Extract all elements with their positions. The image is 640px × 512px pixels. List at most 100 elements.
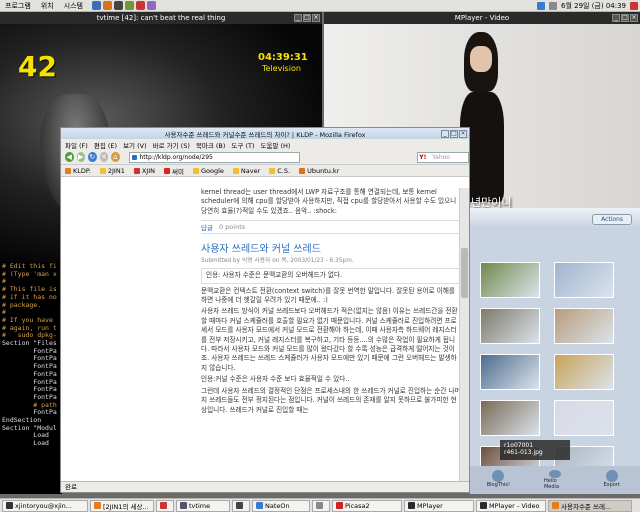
- forward-icon[interactable]: ▶: [76, 152, 85, 162]
- close-icon[interactable]: ×: [312, 14, 320, 22]
- bookmark-google[interactable]: Google: [192, 167, 224, 175]
- scrollbar-thumb[interactable]: [461, 248, 468, 298]
- maximize-icon[interactable]: □: [303, 14, 311, 22]
- menu-applications[interactable]: 프로그램: [0, 1, 36, 11]
- taskbar-item[interactable]: NateOn: [252, 499, 310, 512]
- taskbar-label: 사용자수준 쓰레...: [561, 502, 612, 511]
- bookmark-2jin1[interactable]: 2JIN1: [99, 167, 125, 175]
- photo-thumbnail[interactable]: [554, 308, 614, 344]
- app-icon: [236, 502, 243, 509]
- app-icon: [480, 502, 487, 509]
- tooltip-name: r1o07001: [504, 442, 534, 449]
- menu-go[interactable]: 바로 가기 (S): [153, 140, 190, 150]
- desktop: 프로그램 위치 시스템 6월 29일 (금) 04:39 tvtime [42]…: [0, 0, 640, 512]
- clock[interactable]: 6월 29일 (금) 04:39: [561, 1, 626, 11]
- taskbar-item[interactable]: MPlayer: [404, 499, 474, 512]
- taskbar-item[interactable]: [2JIN1의 세상...: [90, 499, 154, 512]
- stop-icon[interactable]: ✕: [99, 152, 108, 162]
- app-icon: [336, 502, 343, 509]
- app-icon: [180, 502, 187, 509]
- bookmark-xjin[interactable]: XJIN: [133, 167, 155, 175]
- menu-view[interactable]: 보기 (V): [123, 140, 147, 150]
- firefox-titlebar[interactable]: 사용자수준 쓰레드와 커널수준 쓰레드의 차이? | KLDP - Mozill…: [61, 128, 469, 139]
- menu-help[interactable]: 도움말 (H): [261, 140, 291, 150]
- menu-places[interactable]: 위치: [36, 1, 59, 11]
- app-launcher-icon[interactable]: [146, 1, 156, 10]
- comment-text: kernel thread는 user thread에서 LWP 자료구조를 통…: [201, 188, 457, 215]
- back-icon[interactable]: ◀: [65, 152, 74, 162]
- terminal-launcher-icon[interactable]: [113, 1, 123, 10]
- photo-thumbnail[interactable]: [554, 262, 614, 298]
- bookmark-naver[interactable]: Naver: [232, 167, 260, 175]
- taskbar-label: MPlayer: [417, 501, 443, 510]
- bookmark-icon: [192, 167, 199, 174]
- reply-link[interactable]: 답글: [201, 222, 213, 232]
- media-launcher-icon[interactable]: [135, 1, 145, 10]
- hello-tool[interactable]: Hello Media: [544, 470, 566, 490]
- editor-launcher-icon[interactable]: [124, 1, 134, 10]
- url-bar[interactable]: http://kldp.org/node/295: [128, 151, 301, 163]
- browser-launcher-icon[interactable]: [91, 1, 101, 10]
- power-icon[interactable]: [630, 2, 638, 10]
- picasa-toolbar: Actions: [470, 208, 640, 230]
- home-icon[interactable]: ⌂: [111, 152, 120, 162]
- menu-bookmarks[interactable]: 북마크 (B): [196, 140, 226, 150]
- menu-file[interactable]: 파일 (F): [65, 140, 88, 150]
- network-icon[interactable]: [537, 2, 545, 10]
- minimize-icon[interactable]: _: [294, 14, 302, 22]
- menu-tools[interactable]: 도구 (T): [231, 140, 254, 150]
- paragraph-3: 인용:커널 수준은 사용자 수준 보다 효율적일 수 있다..: [201, 375, 350, 384]
- picasa-tray: BlogThis! Hello Media Export: [470, 466, 640, 494]
- mplayer-titlebar[interactable]: MPlayer - Video _ □ ×: [324, 12, 640, 24]
- maximize-icon[interactable]: □: [621, 14, 629, 22]
- main-menu: 프로그램 위치 시스템: [0, 1, 88, 11]
- terminal-line: # package.: [2, 300, 42, 309]
- post-body: 인용: 사용자 수준은 문맥교환의 오버헤드가 없다. 문맥교환은 컨텍스트 전…: [201, 268, 461, 415]
- taskbar-item[interactable]: MPlayer - Video: [476, 499, 546, 512]
- minimize-icon[interactable]: _: [441, 130, 449, 138]
- blogthis-tool[interactable]: BlogThis!: [487, 470, 510, 490]
- page-scrollbar[interactable]: [459, 188, 469, 482]
- tvtime-titlebar[interactable]: tvtime [42]: can't beat the real thing _…: [0, 12, 322, 24]
- minimize-icon[interactable]: _: [612, 14, 620, 22]
- app-icon: [408, 502, 415, 509]
- taskbar-item[interactable]: xjintoryou@xjin...: [2, 499, 88, 512]
- picasa-window: Actions r1o07001 r461-013.jpg BlogThis! …: [470, 208, 640, 494]
- close-icon[interactable]: ×: [459, 130, 467, 138]
- bookmark-icon: [99, 167, 106, 174]
- firefox-launcher-icon[interactable]: [102, 1, 112, 10]
- firefox-window: 사용자수준 쓰레드와 커널수준 쓰레드의 차이? | KLDP - Mozill…: [60, 127, 470, 493]
- taskbar-item[interactable]: Picasa2: [332, 499, 402, 512]
- export-tool[interactable]: Export: [601, 470, 623, 490]
- menu-system[interactable]: 시스템: [59, 1, 88, 11]
- actions-button[interactable]: Actions: [592, 213, 632, 225]
- search-input[interactable]: Yahoo: [417, 151, 469, 163]
- photo-thumbnail[interactable]: [480, 400, 540, 436]
- photo-thumbnail[interactable]: [480, 308, 540, 344]
- close-icon[interactable]: ×: [630, 14, 638, 22]
- taskbar-item[interactable]: 사용자수준 쓰레...: [548, 499, 632, 512]
- bookmark-cs[interactable]: C.S.: [269, 167, 290, 175]
- reload-icon[interactable]: ↻: [88, 152, 97, 162]
- post-title[interactable]: 사용자 쓰레드와 커널 쓰레드: [201, 240, 461, 255]
- volume-icon[interactable]: [549, 2, 557, 10]
- taskbar-item[interactable]: [232, 499, 250, 512]
- photo-thumbnail[interactable]: [480, 354, 540, 390]
- taskbar-item[interactable]: tvtime: [176, 499, 230, 512]
- terminal-window[interactable]: # Edit this fi # (Type 'man x # # This file…: [0, 262, 62, 494]
- maximize-icon[interactable]: □: [450, 130, 458, 138]
- taskbar-item[interactable]: [156, 499, 174, 512]
- tvtime-title: tvtime [42]: can't beat the real thing: [96, 14, 226, 22]
- photo-thumbnail[interactable]: [480, 262, 540, 298]
- paragraph-2: 사용자 쓰레드 방식이 커널 쓰레드보다 오버헤드가 적은(없지는 않음) 이유…: [201, 307, 458, 372]
- bookmark-icon: [299, 167, 306, 174]
- menu-edit[interactable]: 편집 (E): [94, 140, 117, 150]
- bookmark-ubuntu[interactable]: Ubuntu.kr: [299, 167, 339, 175]
- taskbar-item[interactable]: [312, 499, 330, 512]
- bookmark-ssummi[interactable]: 써미: [164, 166, 184, 176]
- bookmark-kldp[interactable]: KLDP.: [65, 167, 91, 175]
- photo-thumbnail[interactable]: [554, 400, 614, 436]
- app-icon: [316, 502, 323, 509]
- photo-thumbnail[interactable]: [554, 354, 614, 390]
- bookmark-icon: [164, 167, 170, 174]
